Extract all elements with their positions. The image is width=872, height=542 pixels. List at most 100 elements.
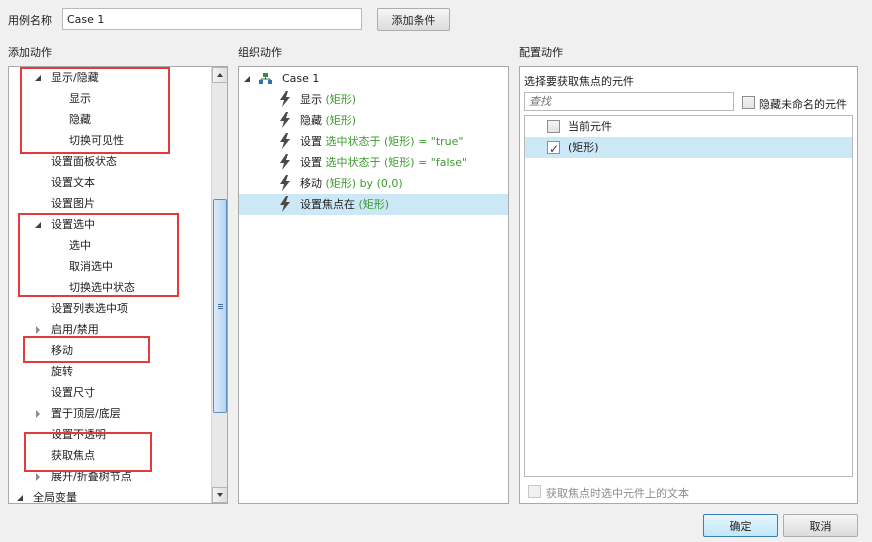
configure-actions-panel: 选择要获取焦点的元件 隐藏未命名的元件 当前元件 ✓ (矩形) 获取焦点时选中元… [519,66,858,504]
organized-action-text: 移动 (矩形) by (0,0) [300,173,403,194]
action-item[interactable]: 展开/折叠树节点 [9,466,210,487]
action-item[interactable]: 全局变量 [9,487,210,504]
widget-item-current[interactable]: 当前元件 [525,116,852,137]
action-item[interactable]: 切换选中状态 [9,277,210,298]
lightning-icon [280,154,290,170]
case-name-label: 用例名称 [8,14,52,27]
action-item-label: 旋转 [51,365,73,378]
action-item[interactable]: 取消选中 [9,256,210,277]
select-text-checkbox[interactable] [528,485,541,498]
action-item-label: 全局变量 [33,491,77,504]
action-item[interactable]: 设置文本 [9,172,210,193]
case-label: Case 1 [282,72,320,85]
action-item-label: 设置列表选中项 [51,302,128,315]
organized-action-text: 显示 (矩形) [300,89,356,110]
organized-action[interactable]: 设置 选中状态于 (矩形) = "true" [239,131,508,152]
organized-action[interactable]: 隐藏 (矩形) [239,110,508,131]
action-item-label: 设置文本 [51,176,95,189]
add-actions-tree: 显示/隐藏显示隐藏切换可见性 设置面板状态设置文本设置图片 设置选中选中取消选中切换… [9,67,210,503]
organized-action[interactable]: 显示 (矩形) [239,89,508,110]
action-item[interactable]: 置于顶层/底层 [9,403,210,424]
expanded-triangle-icon[interactable] [35,222,41,228]
action-item[interactable]: 设置选中 [9,214,210,235]
ok-button[interactable]: 确定 [703,514,778,537]
hide-unnamed-label: 隐藏未命名的元件 [759,98,847,111]
action-item[interactable]: 设置图片 [9,193,210,214]
action-item[interactable]: 设置尺寸 [9,382,210,403]
action-item[interactable]: 设置列表选中项 [9,298,210,319]
action-item-label: 移动 [51,344,73,357]
action-item[interactable]: 移动 [9,340,210,361]
action-verb: 设置焦点在 [300,198,355,211]
action-item[interactable]: 显示/隐藏 [9,67,210,88]
organized-action-text: 隐藏 (矩形) [300,110,356,131]
lightning-icon [280,196,290,212]
action-item-label: 展开/折叠树节点 [51,470,132,483]
add-condition-button[interactable]: 添加条件 [377,8,450,31]
action-item-label: 显示 [69,92,91,105]
action-item[interactable]: 设置不透明 [9,424,210,445]
widget-label: 当前元件 [568,120,612,133]
collapsed-triangle-icon[interactable] [36,410,40,418]
collapsed-triangle-icon[interactable] [36,473,40,481]
lightning-icon [280,133,290,149]
action-item-label: 获取焦点 [51,449,95,462]
action-verb: 移动 [300,177,322,190]
action-item[interactable]: 切换可见性 [9,130,210,151]
configure-subtitle: 选择要获取焦点的元件 [524,75,634,88]
case-tree-icon [259,73,272,84]
widget-item-rectangle[interactable]: ✓ (矩形) [525,137,852,158]
add-actions-panel[interactable]: 显示/隐藏显示隐藏切换可见性 设置面板状态设置文本设置图片 设置选中选中取消选中切换… [8,66,228,504]
action-item[interactable]: 设置面板状态 [9,151,210,172]
widget-list: 当前元件 ✓ (矩形) [524,115,853,477]
organized-action[interactable]: 设置 选中状态于 (矩形) = "false" [239,152,508,173]
cancel-button[interactable]: 取消 [783,514,858,537]
action-item[interactable]: 启用/禁用 [9,319,210,340]
lightning-icon [280,175,290,191]
add-actions-title: 添加动作 [8,46,52,59]
action-verb: 显示 [300,93,322,106]
organized-action-text: 设置焦点在 (矩形) [300,194,389,215]
widget-checkbox-checked[interactable]: ✓ [547,141,560,156]
action-item-label: 切换选中状态 [69,281,135,294]
expanded-triangle-icon[interactable] [35,75,41,81]
action-item-label: 启用/禁用 [51,323,99,336]
action-detail: (矩形) [355,198,390,211]
hide-unnamed-checkbox[interactable] [742,96,755,109]
action-item[interactable]: 选中 [9,235,210,256]
lightning-icon [280,112,290,128]
action-item[interactable]: 获取焦点 [9,445,210,466]
organized-action[interactable]: 设置焦点在 (矩形) [239,194,508,215]
action-item-label: 设置尺寸 [51,386,95,399]
organize-actions-panel[interactable]: Case 1 显示 (矩形) 隐藏 (矩形) 设置 选中状态于 (矩形) = "tr… [238,66,509,504]
expand-triangle-icon [244,76,250,82]
action-item-label: 置于顶层/底层 [51,407,121,420]
search-input[interactable] [524,92,734,111]
expanded-triangle-icon[interactable] [17,495,23,501]
organized-action[interactable]: 移动 (矩形) by (0,0) [239,173,508,194]
action-detail: 选中状态于 (矩形) = "true" [322,135,464,148]
widget-checkbox[interactable] [547,120,560,133]
action-item-label: 设置不透明 [51,428,106,441]
action-item-label: 取消选中 [69,260,113,273]
action-detail: 选中状态于 (矩形) = "false" [322,156,468,169]
action-detail: (矩形) by (0,0) [322,177,403,190]
arrow-down-icon [217,493,223,497]
action-item-label: 隐藏 [69,113,91,126]
scroll-up-button[interactable] [212,67,227,83]
widget-label: (矩形) [568,141,599,154]
add-actions-scrollbar[interactable] [211,67,227,503]
action-verb: 设置 [300,135,322,148]
scroll-thumb[interactable] [213,199,227,413]
collapsed-triangle-icon[interactable] [36,326,40,334]
action-item-label: 选中 [69,239,91,252]
action-item[interactable]: 隐藏 [9,109,210,130]
case-row[interactable]: Case 1 [239,68,508,89]
case-name-input[interactable] [62,8,362,30]
checkmark-icon: ✓ [549,142,560,156]
scroll-down-button[interactable] [212,487,227,503]
arrow-up-icon [217,73,223,77]
action-item[interactable]: 显示 [9,88,210,109]
action-item[interactable]: 旋转 [9,361,210,382]
organize-actions-title: 组织动作 [238,46,282,59]
